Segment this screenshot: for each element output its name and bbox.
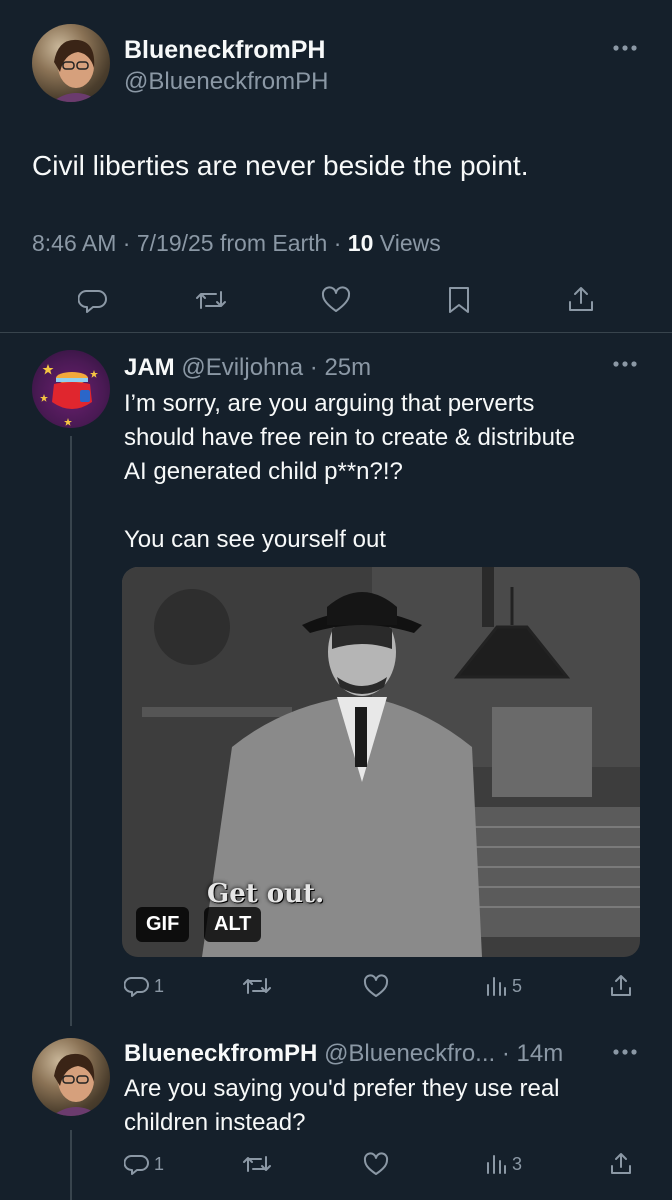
like-button[interactable] [362,974,390,998]
like-button[interactable] [362,1152,390,1176]
like-button[interactable] [320,286,352,314]
reply-text-line: children instead? [124,1109,306,1136]
analytics-icon [487,1155,506,1174]
share-icon [611,1153,631,1174]
share-button[interactable] [608,1150,634,1176]
heart-icon [363,1152,389,1175]
avatar-image [52,1053,100,1116]
share-icon [611,975,631,996]
reply-text: I’m sorry, are you arguing that perverts… [124,387,575,557]
author-handle[interactable]: @Eviljohna [181,354,303,381]
heart-icon [321,286,351,312]
reply-count: 1 [154,975,165,996]
post-date: 7/19/25 from Earth [136,230,328,256]
post-time: 8:46 AM [32,230,117,256]
share-button[interactable] [566,284,596,314]
gif-caption: Get out. [207,879,325,909]
repost-icon [243,978,271,994]
more-options-button[interactable] [610,352,640,376]
author-name[interactable]: BlueneckfromPH [124,1040,317,1067]
share-button[interactable] [608,972,634,998]
more-icon [613,1049,637,1055]
reply-icon [78,290,107,313]
repost-button[interactable] [194,286,228,314]
repost-icon [243,1156,271,1172]
reply-text-line: I’m sorry, are you arguing that perverts [124,390,535,417]
repost-button[interactable] [242,974,272,998]
reply-text-line: You can see yourself out [124,526,386,553]
reply-icon [124,1155,149,1175]
meta-separator: · [116,230,137,256]
author-handle[interactable]: @BlueneckfromPH [124,68,328,96]
reply-icon [124,977,149,997]
repost-button[interactable] [242,1152,272,1176]
views-button[interactable]: 3 [484,1152,522,1176]
meta-separator: · [327,230,348,256]
meta-separator: · [495,1040,517,1067]
repost-icon [196,291,226,309]
gif-scene [122,567,640,957]
divider [0,332,672,333]
heart-icon [363,974,389,997]
views-label: Views [379,230,441,256]
author-name[interactable]: BlueneckfromPH [124,36,325,65]
views-button[interactable]: 5 [484,974,522,998]
gif-media[interactable]: Get out. GIF ALT [122,567,640,957]
meta-separator: · [303,354,325,381]
gif-badge: GIF [136,907,190,942]
bookmark-button[interactable] [446,285,472,315]
avatar-image [52,39,100,102]
author-handle[interactable]: @Blueneckfro... [324,1040,495,1067]
reply-button[interactable]: 1 [124,974,164,998]
thread-connector [70,436,72,1026]
more-icon [613,361,637,367]
avatar-image [40,364,98,426]
reply-text-line: should have free rein to create & distri… [124,424,575,451]
more-options-button[interactable] [610,1040,640,1064]
post-meta: 8:46 AM · 7/19/25 from Earth · 10 Views [32,230,441,257]
avatar[interactable] [32,350,110,428]
thread-connector [70,1130,72,1200]
reply-count: 1 [154,1153,165,1174]
views-count: 5 [512,975,523,996]
reply-text: Are you saying you'd prefer they use rea… [124,1072,560,1140]
reply-text-line: Are you saying you'd prefer they use rea… [124,1075,560,1102]
share-icon [569,287,593,311]
views-count: 3 [512,1153,523,1174]
post-time[interactable]: 25m [324,354,371,381]
views-count: 10 [347,230,374,256]
reply-button[interactable]: 1 [124,1152,164,1176]
post-text: Civil liberties are never beside the poi… [32,150,529,181]
alt-badge[interactable]: ALT [204,907,262,942]
reply-text-line: AI generated child p**n?!? [124,458,403,485]
more-options-button[interactable] [610,36,640,60]
bookmark-icon [449,287,469,313]
avatar[interactable] [32,1038,110,1116]
reply-header: JAM @Eviljohna · 25m [124,354,371,382]
reply-header: BlueneckfromPH @Blueneckfro... · 14m [124,1040,563,1068]
author-name[interactable]: JAM [124,354,175,381]
analytics-icon [487,977,506,996]
more-icon [613,45,637,51]
avatar[interactable] [32,24,110,102]
reply-button[interactable] [78,286,108,314]
post-time[interactable]: 14m [517,1040,564,1067]
